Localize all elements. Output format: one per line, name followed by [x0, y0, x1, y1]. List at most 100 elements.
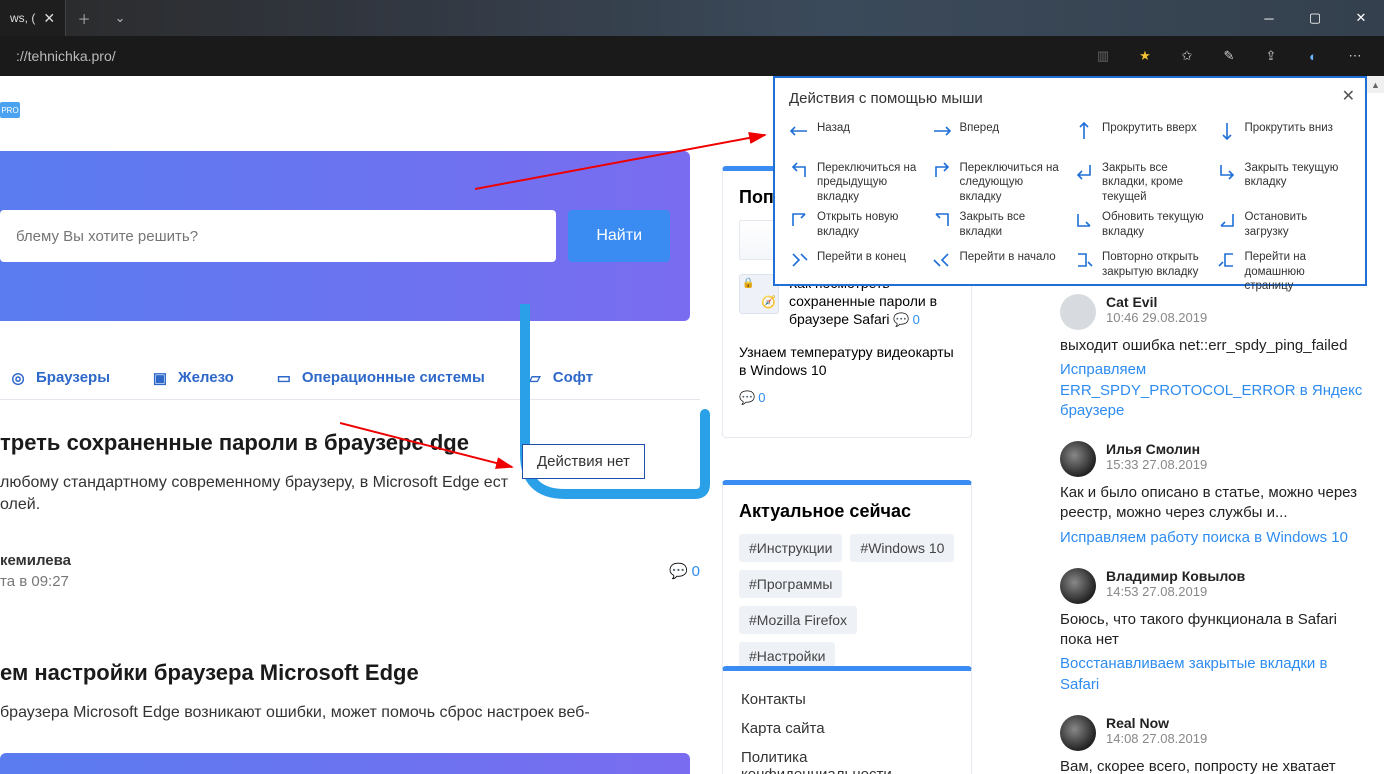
l-down-left-icon: [1217, 210, 1237, 230]
comment-time: 14:53 27.08.2019: [1106, 584, 1245, 599]
comment-author: Real Now: [1106, 715, 1207, 731]
address-bar: ://tehnichka.pro/ ▥ ★ ✩ ✎ ⇪ ◐ ⋯: [0, 36, 1384, 76]
gesture-scroll-up[interactable]: Прокрутить вверх: [1074, 121, 1209, 155]
article-author: кемилева: [0, 552, 71, 569]
url-text[interactable]: ://tehnichka.pro/: [8, 42, 1082, 70]
comment-icon: 💬: [669, 562, 688, 580]
corner-up-left-icon: [789, 161, 809, 181]
reading-view-icon[interactable]: ▥: [1082, 36, 1124, 76]
nav-os[interactable]: ▭ Операционные системы: [274, 368, 485, 388]
gesture-reopen-tab[interactable]: Повторно открыть закрытую вкладку: [1074, 250, 1209, 293]
footer-links-card: Контакты Карта сайта Политика конфиденци…: [722, 666, 972, 774]
gesture-stop[interactable]: Остановить загрузку: [1217, 210, 1352, 244]
zig-up-icon: [932, 250, 952, 270]
tag[interactable]: #Инструкции: [739, 534, 842, 562]
tag-list: #Инструкции #Windows 10 #Программы #Mozi…: [739, 534, 955, 670]
footer-link[interactable]: Карта сайта: [741, 714, 953, 743]
zig-down-icon: [789, 250, 809, 270]
comment-count: 0: [692, 563, 700, 580]
notes-icon[interactable]: ✎: [1208, 36, 1250, 76]
gesture-grid: Назад Вперед Прокрутить вверх Прокрутить…: [789, 121, 1351, 293]
tab-title: ws, (: [10, 11, 35, 25]
avatar: [1060, 441, 1096, 477]
new-tab-button[interactable]: ＋: [66, 0, 102, 36]
gesture-close-all[interactable]: Закрыть все вкладки: [932, 210, 1067, 244]
minimize-button[interactable]: ─: [1246, 0, 1292, 36]
gesture-new-tab[interactable]: Открыть новую вкладку: [789, 210, 924, 244]
corner-down-left-icon: [1074, 161, 1094, 181]
close-panel-icon[interactable]: ✕: [1342, 86, 1355, 106]
popular-comments: 💬 0: [739, 390, 955, 407]
comment-item: Cat Evil 10:46 29.08.2019 выходит ошибка…: [1060, 294, 1368, 421]
comment-author: Cat Evil: [1106, 294, 1207, 310]
gesture-scroll-down[interactable]: Прокрутить вниз: [1217, 121, 1352, 155]
nav-hardware[interactable]: ▣ Железо: [150, 368, 234, 388]
u-turn-left-icon: [1217, 250, 1237, 270]
browser-tab[interactable]: ws, ( ✕: [0, 0, 66, 36]
corner-up-right-icon: [932, 161, 952, 181]
popular-text: Узнаем температуру видеокарты в Windows …: [739, 343, 955, 379]
comment-text: Как и было описано в статье, можно через…: [1060, 483, 1368, 524]
gesture-home[interactable]: Перейти на домашнюю страницу: [1217, 250, 1352, 293]
panel-title: Действия с помощью мыши: [789, 90, 1351, 107]
search-input[interactable]: [0, 210, 556, 262]
monitor-icon: ▭: [274, 368, 294, 388]
comment-item: Real Now 14:08 27.08.2019 Вам, скорее вс…: [1060, 715, 1368, 774]
scrollbar-up-icon[interactable]: ▲: [1367, 76, 1384, 93]
arrow-right-icon: [932, 121, 952, 141]
avatar: [1060, 715, 1096, 751]
avatar: [1060, 568, 1096, 604]
nav-label: Железо: [178, 369, 234, 386]
nav-browsers[interactable]: ◎ Браузеры: [8, 368, 110, 388]
article-image: [0, 753, 690, 774]
favorite-star-icon[interactable]: ★: [1124, 36, 1166, 76]
page-content: ▲ PRO Найти ◎ Браузеры ▣ Железо ▭ Операц…: [0, 76, 1384, 774]
footer-link[interactable]: Политика конфиденциальности: [741, 743, 953, 774]
comment-author: Илья Смолин: [1106, 441, 1207, 457]
search-button[interactable]: Найти: [568, 210, 670, 262]
corner-down-right-icon: [1217, 161, 1237, 181]
gesture-next-tab[interactable]: Переключиться на следующую вкладку: [932, 161, 1067, 204]
nav-soft[interactable]: ▱ Софт: [525, 368, 593, 388]
comment-text: Боюсь, что такого функционала в Safari п…: [1060, 610, 1368, 651]
popular-item[interactable]: Узнаем температуру видеокарты в Windows …: [739, 343, 955, 406]
nav-label: Браузеры: [36, 369, 110, 386]
maximize-button[interactable]: ▢: [1292, 0, 1338, 36]
nav-label: Операционные системы: [302, 369, 485, 386]
comment-item: Илья Смолин 15:33 27.08.2019 Как и было …: [1060, 441, 1368, 548]
tag[interactable]: #Windows 10: [850, 534, 954, 562]
add-favorite-icon[interactable]: ✩: [1166, 36, 1208, 76]
actual-card: Актуальное сейчас #Инструкции #Windows 1…: [722, 480, 972, 687]
gesture-back[interactable]: Назад: [789, 121, 924, 155]
gesture-go-end[interactable]: Перейти в конец: [789, 250, 924, 293]
gesture-close-others[interactable]: Закрыть все вкладки, кроме текущей: [1074, 161, 1209, 204]
gesture-reload[interactable]: Обновить текущую вкладку: [1074, 210, 1209, 244]
tag[interactable]: #Программы: [739, 570, 842, 598]
more-icon[interactable]: ⋯: [1334, 36, 1376, 76]
comment-item: Владимир Ковылов 14:53 27.08.2019 Боюсь,…: [1060, 568, 1368, 695]
comment-text: выходит ошибка net::err_spdy_ping_failed: [1060, 336, 1368, 356]
article-comments[interactable]: 💬 0: [669, 562, 700, 580]
comment-text: Вам, скорее всего, попросту не хватает: [1060, 757, 1368, 774]
gesture-prev-tab[interactable]: Переключиться на предыдущую вкладку: [789, 161, 924, 204]
profile-icon[interactable]: ◐: [1292, 36, 1334, 76]
mouse-gestures-panel: Действия с помощью мыши ✕ Назад Вперед П…: [773, 76, 1367, 286]
code-icon: ▱: [525, 368, 545, 388]
footer-link[interactable]: Контакты: [741, 685, 953, 714]
comment-link[interactable]: Восстанавливаем закрытые вкладки в Safar…: [1060, 654, 1368, 695]
comment-link[interactable]: Исправляем ERR_SPDY_PROTOCOL_ERROR в Янд…: [1060, 360, 1368, 421]
tag[interactable]: #Mozilla Firefox: [739, 606, 857, 634]
l-up-right-icon: [789, 210, 809, 230]
site-logo: PRO: [0, 102, 20, 118]
article-title[interactable]: ем настройки браузера Microsoft Edge: [0, 658, 700, 688]
close-window-button[interactable]: ✕: [1338, 0, 1384, 36]
gesture-forward[interactable]: Вперед: [932, 121, 1067, 155]
tabs-dropdown-icon[interactable]: ⌄: [102, 0, 138, 36]
comment-link[interactable]: Исправляем работу поиска в Windows 10: [1060, 528, 1368, 548]
share-icon[interactable]: ⇪: [1250, 36, 1292, 76]
comment-author: Владимир Ковылов: [1106, 568, 1245, 584]
gesture-go-start[interactable]: Перейти в начало: [932, 250, 1067, 293]
close-tab-icon[interactable]: ✕: [43, 10, 55, 27]
gesture-close-current[interactable]: Закрыть текущую вкладку: [1217, 161, 1352, 204]
l-up-left-icon: [932, 210, 952, 230]
